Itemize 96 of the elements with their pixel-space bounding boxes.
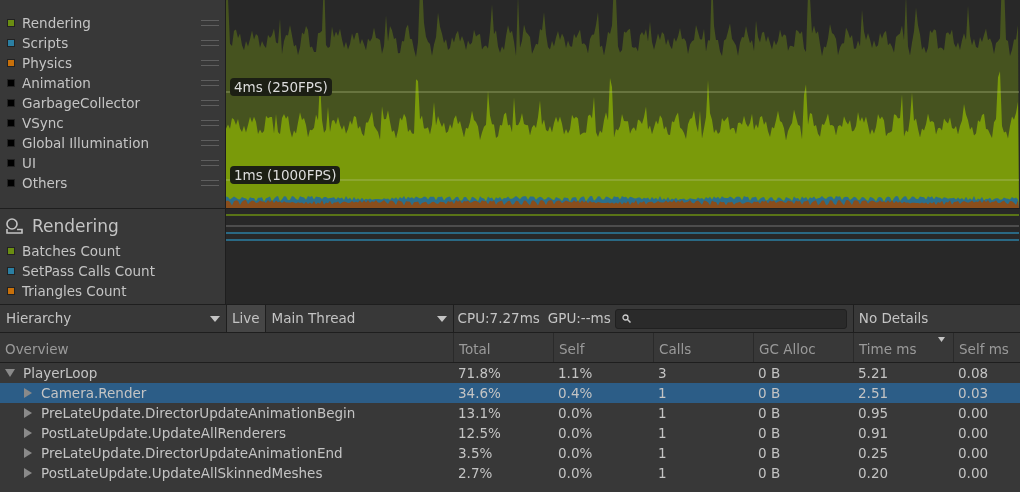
drag-handle-icon[interactable]	[201, 60, 219, 66]
search-field[interactable]	[614, 308, 847, 329]
table-row[interactable]: Camera.Render 34.6% 0.4% 1 0 B 2.51 0.03	[0, 383, 1020, 403]
details-label: No Details	[852, 305, 1020, 332]
table-cell: 0 B	[758, 425, 781, 441]
table-cell: 0 B	[758, 385, 781, 401]
graph-marker-label: 4ms (250FPS)	[230, 78, 332, 96]
table-cell: 2.51	[858, 385, 889, 401]
legend-label: Batches Count	[22, 241, 122, 261]
table-cell-text: Camera.Render	[41, 384, 147, 403]
table-row[interactable]: PlayerLoop 71.8% 1.1% 3 0 B 5.21 0.08	[0, 363, 1020, 383]
collapsed-arrow-icon[interactable]	[23, 388, 33, 399]
dropdown-label: Hierarchy	[6, 309, 72, 329]
table-cell: 0.20	[858, 465, 889, 481]
table-row[interactable]: PreLateUpdate.DirectorUpdateAnimationBegin 13.1% 0.0% 1 0 B 0.95 0.00	[0, 403, 1020, 423]
legend-label: Physics	[22, 53, 73, 73]
column-header[interactable]: GC Alloc	[753, 333, 853, 362]
table-cell: 3.5%	[458, 445, 493, 461]
column-header[interactable]: Time ms	[853, 333, 953, 362]
table-cell: 0.91	[858, 425, 889, 441]
legend-label: VSync	[22, 113, 65, 133]
drag-handle-icon[interactable]	[201, 180, 219, 186]
live-button[interactable]: Live	[227, 305, 266, 332]
table-cell: 0.08	[958, 365, 989, 381]
search-icon	[621, 314, 631, 323]
gpu-time-label: GPU:--ms	[546, 309, 612, 329]
table-cell: 0.25	[858, 445, 889, 461]
table-cell: 0.0%	[558, 405, 593, 421]
table-cell: 5.21	[858, 365, 889, 381]
table-cell: 0.00	[958, 405, 989, 421]
table-cell: 0.00	[958, 425, 989, 441]
column-header[interactable]: Calls	[653, 333, 753, 362]
drag-handle-icon[interactable]	[201, 40, 219, 46]
legend-label: GarbageCollector	[22, 93, 142, 113]
table-row[interactable]: PreLateUpdate.DirectorUpdateAnimationEnd 3.5% 0.0% 1 0 B 0.25 0.00	[0, 443, 1020, 463]
table-cell: 0 B	[758, 465, 781, 481]
table-cell: 13.1%	[458, 405, 501, 421]
legend-label: Others	[22, 173, 69, 193]
table-cell: 1	[658, 445, 667, 461]
table-cell: 3	[658, 365, 667, 381]
dropdown-label: Main Thread	[271, 309, 356, 329]
collapsed-arrow-icon[interactable]	[23, 468, 33, 479]
drag-handle-icon[interactable]	[201, 100, 219, 106]
table-cell: 1	[658, 405, 667, 421]
graph-marker-label: 1ms (1000FPS)	[230, 166, 341, 184]
table-cell: 71.8%	[458, 365, 501, 381]
collapsed-arrow-icon[interactable]	[23, 448, 33, 459]
legend-label: Triangles Count	[22, 281, 128, 301]
drag-handle-icon[interactable]	[201, 20, 219, 26]
table-cell: 1	[658, 425, 667, 441]
column-header[interactable]: Self	[553, 333, 653, 362]
legend-label: Scripts	[22, 33, 70, 53]
legend-label: Rendering	[22, 13, 92, 33]
table-cell: 0 B	[758, 405, 781, 421]
table-cell: 34.6%	[458, 385, 501, 401]
table-cell: 0.03	[958, 385, 989, 401]
table-row[interactable]: PostLateUpdate.UpdateAllSkinnedMeshes 2.7% 0.0% 1 0 B 0.20 0.00	[0, 463, 1020, 483]
section-title: Rendering	[32, 215, 119, 239]
drag-handle-icon[interactable]	[201, 80, 219, 86]
legend-label: SetPass Calls Count	[22, 261, 156, 281]
table-cell: 0.0%	[558, 445, 593, 461]
table-cell: 12.5%	[458, 425, 501, 441]
table-cell-text: PreLateUpdate.DirectorUpdateAnimationEnd	[41, 444, 343, 463]
column-header[interactable]: Overview	[0, 333, 453, 362]
expanded-arrow-icon[interactable]	[5, 368, 15, 379]
rendering-icon	[5, 217, 25, 237]
legend-label: UI	[22, 153, 37, 173]
table-cell: 1	[658, 385, 667, 401]
table-cell-text: PreLateUpdate.DirectorUpdateAnimationBegin	[41, 404, 356, 423]
table-cell: 0.00	[958, 465, 989, 481]
table-cell: 0 B	[758, 445, 781, 461]
table-cell: 0.00	[958, 445, 989, 461]
column-header[interactable]: Self ms	[953, 333, 1020, 362]
table-cell: 1.1%	[558, 365, 593, 381]
drag-handle-icon[interactable]	[201, 160, 219, 166]
caret-icon	[436, 315, 447, 322]
table-cell: 0.0%	[558, 465, 593, 481]
collapsed-arrow-icon[interactable]	[23, 428, 33, 439]
table-cell: 2.7%	[458, 465, 493, 481]
table-cell: 0 B	[758, 365, 781, 381]
drag-handle-icon[interactable]	[201, 140, 219, 146]
table-cell: 1	[658, 465, 667, 481]
table-cell-text: PostLateUpdate.UpdateAllSkinnedMeshes	[41, 464, 323, 483]
table-cell-text: PostLateUpdate.UpdateAllRenderers	[41, 424, 287, 443]
cpu-time-label: CPU:7.27ms	[456, 309, 541, 329]
caret-icon	[210, 315, 220, 322]
table-row[interactable]: PostLateUpdate.UpdateAllRenderers 12.5% 0.0% 1 0 B 0.91 0.00	[0, 423, 1020, 443]
table-cell: 0.0%	[558, 425, 593, 441]
table-cell-text: PlayerLoop	[23, 364, 98, 383]
legend-label: Animation	[22, 73, 92, 93]
table-cell: 0.4%	[558, 385, 593, 401]
table-cell: 0.95	[858, 405, 889, 421]
drag-handle-icon[interactable]	[201, 120, 219, 126]
legend-label: Global Illumination	[22, 133, 150, 153]
collapsed-arrow-icon[interactable]	[23, 408, 33, 419]
column-header[interactable]: Total	[453, 333, 553, 362]
